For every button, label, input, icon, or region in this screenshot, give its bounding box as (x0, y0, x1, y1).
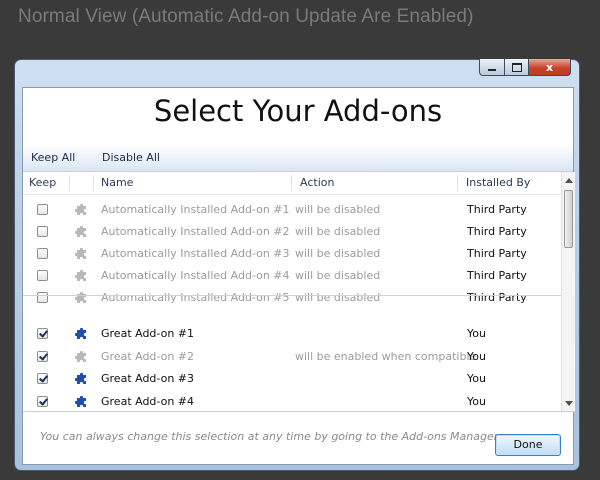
keep-checkbox[interactable] (37, 351, 48, 362)
table-row[interactable]: Automatically Installed Add-on #5 will be… (23, 288, 561, 310)
keep-checkbox[interactable] (37, 373, 48, 384)
addon-action: will be enabled when compatible (295, 350, 477, 363)
puzzle-piece-icon (74, 202, 89, 216)
close-icon: x (545, 60, 554, 74)
scroll-down-arrow-icon[interactable] (565, 401, 573, 406)
disable-all-button[interactable]: Disable All (102, 151, 160, 164)
addon-name: Automatically Installed Add-on #3 (101, 247, 290, 260)
column-header-installed-by[interactable]: Installed By (466, 172, 530, 194)
close-button[interactable]: x (529, 59, 571, 76)
group-separator (23, 295, 561, 296)
addon-installed-by: You (467, 372, 486, 385)
scroll-up-arrow-icon[interactable] (565, 178, 573, 183)
addon-list: Keep Name Action Installed By Automatica… (23, 172, 575, 412)
addon-name: Automatically Installed Add-on #1 (101, 203, 290, 216)
list-header: Keep Name Action Installed By (23, 172, 561, 195)
done-button[interactable]: Done (495, 434, 561, 456)
table-row[interactable]: Great Add-on #2 will be enabled when comp… (23, 347, 561, 369)
table-row[interactable]: Automatically Installed Add-on #1 will be… (23, 200, 561, 222)
addon-action: will be disabled (295, 225, 381, 238)
scroll-thumb[interactable] (564, 190, 573, 248)
addon-installed-by: You (467, 350, 486, 363)
page-caption: Normal View (Automatic Add-on Update Are… (18, 6, 474, 27)
keep-checkbox[interactable] (37, 270, 48, 281)
keep-checkbox[interactable] (37, 328, 48, 339)
dialog-window: x Select Your Add-ons Keep All Disable A… (14, 59, 580, 471)
dialog-client: Select Your Add-ons Keep All Disable All… (22, 87, 575, 466)
table-row[interactable]: Great Add-on #1 You (23, 324, 561, 346)
dialog-title: Select Your Add-ons (153, 94, 443, 128)
minimize-button[interactable] (479, 59, 505, 76)
column-header-keep[interactable]: Keep (29, 172, 56, 194)
toolbar: Keep All Disable All (23, 145, 573, 172)
minimize-icon (488, 69, 496, 71)
addon-name: Great Add-on #1 (101, 327, 195, 340)
addon-installed-by: You (467, 327, 486, 340)
addon-name: Great Add-on #2 (101, 350, 195, 363)
keep-all-button[interactable]: Keep All (31, 151, 75, 164)
addon-installed-by: Third Party (467, 269, 527, 282)
puzzle-piece-icon (74, 371, 89, 385)
puzzle-piece-icon (74, 394, 89, 408)
addon-name: Automatically Installed Add-on #4 (101, 269, 290, 282)
table-row[interactable]: Automatically Installed Add-on #4 will be… (23, 266, 561, 288)
keep-checkbox[interactable] (37, 226, 48, 237)
puzzle-piece-icon (74, 224, 89, 238)
keep-checkbox[interactable] (37, 248, 48, 259)
addon-action: will be disabled (295, 203, 381, 216)
addon-installed-by: Third Party (467, 225, 527, 238)
addon-action: will be disabled (295, 291, 381, 304)
puzzle-piece-icon (74, 326, 89, 340)
footer-note: You can always change this selection at … (40, 430, 499, 443)
puzzle-piece-icon (74, 246, 89, 260)
addon-name: Automatically Installed Add-on #2 (101, 225, 290, 238)
table-row[interactable]: Automatically Installed Add-on #3 will be… (23, 244, 561, 266)
vertical-scrollbar[interactable] (561, 172, 575, 411)
column-header-name[interactable]: Name (101, 172, 133, 194)
addon-installed-by: Third Party (467, 203, 527, 216)
dialog-footer: You can always change this selection at … (23, 412, 573, 466)
maximize-icon (511, 62, 522, 72)
column-separator (291, 175, 292, 191)
keep-checkbox[interactable] (37, 204, 48, 215)
table-row[interactable]: Great Add-on #3 You (23, 369, 561, 391)
addon-installed-by: Third Party (467, 291, 527, 304)
column-header-action[interactable]: Action (300, 172, 334, 194)
window-controls: x (479, 59, 571, 77)
addon-name: Great Add-on #3 (101, 372, 195, 385)
addon-name: Great Add-on #4 (101, 395, 195, 408)
puzzle-piece-icon (74, 349, 89, 363)
puzzle-piece-icon (74, 268, 89, 282)
puzzle-piece-icon (74, 290, 89, 304)
addon-installed-by: Third Party (467, 247, 527, 260)
addon-installed-by: You (467, 395, 486, 408)
keep-checkbox[interactable] (37, 292, 48, 303)
keep-checkbox[interactable] (37, 396, 48, 407)
table-row[interactable]: Great Add-on #4 You (23, 392, 561, 411)
maximize-button[interactable] (505, 59, 529, 76)
column-separator (457, 175, 458, 191)
table-row[interactable]: Automatically Installed Add-on #2 will be… (23, 222, 561, 244)
column-separator (93, 175, 94, 191)
addon-name: Automatically Installed Add-on #5 (101, 291, 290, 304)
addon-action: will be disabled (295, 247, 381, 260)
column-separator (69, 175, 70, 191)
addon-action: will be disabled (295, 269, 381, 282)
